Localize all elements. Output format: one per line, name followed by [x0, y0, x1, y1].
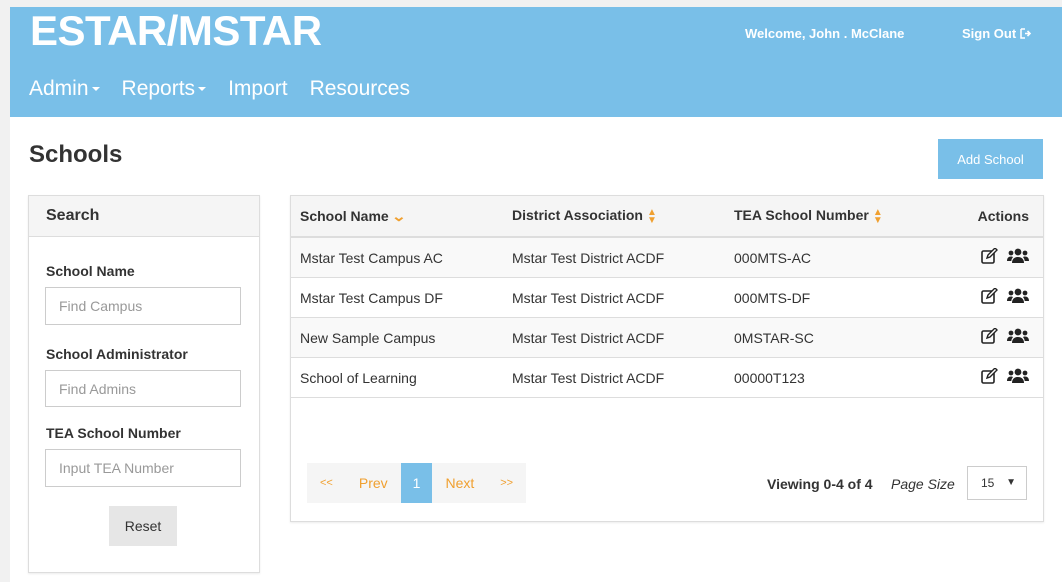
school-name-label: School Name [46, 263, 135, 279]
sign-out-link[interactable]: Sign Out [962, 26, 1032, 41]
school-admin-label: School Administrator [46, 346, 188, 362]
prev-page-button[interactable]: Prev [346, 463, 401, 503]
cell-actions [954, 317, 1043, 358]
reset-button[interactable]: Reset [109, 506, 177, 546]
users-icon[interactable] [1007, 368, 1029, 387]
first-page-button[interactable]: << [307, 463, 346, 503]
page-size-label: Page Size [891, 476, 955, 492]
nav-reports-label: Reports [121, 77, 196, 100]
users-icon[interactable] [1007, 328, 1029, 347]
schools-table: School Name ⌄ District Association ▲ ▼ TEA … [291, 196, 1043, 398]
cell-tea-number: 00000T123 [734, 357, 954, 398]
cell-school-name: School of Learning [291, 357, 512, 398]
edit-icon[interactable] [981, 247, 999, 267]
nav-admin[interactable]: Admin [29, 77, 100, 107]
col-district[interactable]: District Association ▲ ▼ [512, 196, 734, 238]
cell-district: Mstar Test District ACDF [512, 237, 734, 278]
col-school-name-label: School Name [300, 207, 389, 224]
sign-out-label: Sign Out [962, 26, 1017, 41]
search-panel: Search School Name School Administrator … [28, 195, 260, 573]
header: ESTAR/MSTAR Welcome, John . McClane Sign… [10, 7, 1062, 117]
table-row: School of Learning Mstar Test District A… [291, 357, 1043, 398]
cell-actions [954, 357, 1043, 398]
users-icon[interactable] [1007, 288, 1029, 307]
table-header-row: School Name ⌄ District Association ▲ ▼ TEA … [291, 196, 1043, 238]
tea-number-label: TEA School Number [46, 425, 181, 441]
last-page-button[interactable]: >> [487, 463, 526, 503]
page-1-button[interactable]: 1 [400, 463, 433, 503]
cell-tea-number: 0MSTAR-SC [734, 317, 954, 358]
col-tea-number[interactable]: TEA School Number ▲ ▼ [734, 196, 954, 238]
col-tea-number-label: TEA School Number [734, 207, 869, 224]
pagination: << Prev 1 Next >> [307, 463, 527, 503]
sign-out-icon [1020, 26, 1032, 41]
main-nav: Admin Reports Import Resources [29, 77, 432, 107]
users-icon[interactable] [1007, 248, 1029, 267]
sort-icon: ▲ ▼ [646, 206, 657, 226]
caret-down-icon [91, 87, 100, 92]
tea-number-input[interactable] [45, 449, 241, 487]
edit-icon[interactable] [981, 367, 999, 387]
table-row: Mstar Test Campus DF Mstar Test District… [291, 277, 1043, 318]
search-title: Search [29, 196, 259, 237]
cell-actions [954, 237, 1043, 278]
col-district-label: District Association [512, 207, 643, 224]
caret-down-icon: ▼ [1006, 477, 1016, 488]
schools-table-panel: School Name ⌄ District Association ▲ ▼ TEA … [290, 195, 1044, 522]
nav-reports[interactable]: Reports [122, 77, 207, 107]
cell-school-name: New Sample Campus [291, 317, 512, 358]
page-size-select[interactable]: 15 ▼ [967, 466, 1027, 500]
col-school-name[interactable]: School Name ⌄ [291, 196, 512, 238]
cell-tea-number: 000MTS-AC [734, 237, 954, 278]
cell-district: Mstar Test District ACDF [512, 317, 734, 358]
nav-resources[interactable]: Resources [310, 77, 410, 107]
welcome-text: Welcome, John . McClane [745, 26, 905, 41]
nav-admin-label: Admin [29, 77, 89, 100]
cell-school-name: Mstar Test Campus DF [291, 277, 512, 318]
brand-logo[interactable]: ESTAR/MSTAR [30, 7, 322, 55]
next-page-button[interactable]: Next [432, 463, 487, 503]
school-admin-input[interactable] [45, 370, 241, 407]
sort-icon: ▲ ▼ [872, 206, 883, 226]
cell-school-name: Mstar Test Campus AC [291, 237, 512, 278]
edit-icon[interactable] [981, 287, 999, 307]
cell-district: Mstar Test District ACDF [512, 357, 734, 398]
add-school-button[interactable]: Add School [938, 139, 1043, 179]
col-actions: Actions [954, 196, 1043, 238]
page-title: Schools [29, 141, 123, 168]
table-row: New Sample Campus Mstar Test District AC… [291, 317, 1043, 358]
edit-icon[interactable] [981, 327, 999, 347]
cell-actions [954, 277, 1043, 318]
page: ESTAR/MSTAR Welcome, John . McClane Sign… [10, 7, 1062, 582]
nav-import[interactable]: Import [228, 77, 288, 107]
cell-tea-number: 000MTS-DF [734, 277, 954, 318]
viewing-count: Viewing 0-4 of 4 [767, 476, 873, 492]
chevron-down-icon: ⌄ [390, 207, 407, 224]
school-name-input[interactable] [45, 287, 241, 325]
page-size-value: 15 [981, 476, 995, 490]
caret-down-icon [198, 87, 207, 92]
cell-district: Mstar Test District ACDF [512, 277, 734, 318]
table-row: Mstar Test Campus AC Mstar Test District… [291, 237, 1043, 278]
